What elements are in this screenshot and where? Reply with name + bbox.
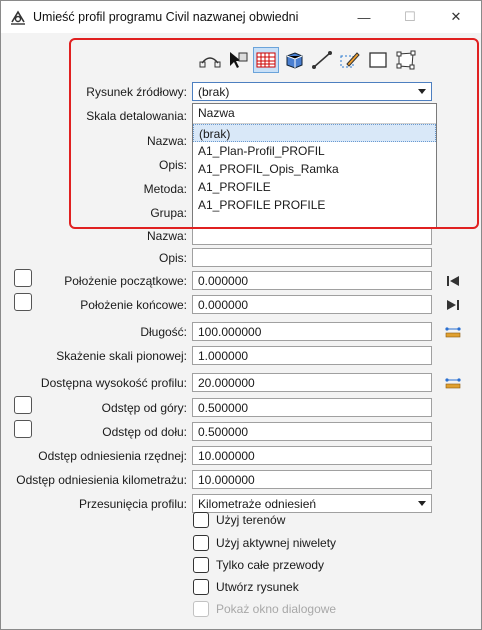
length-input[interactable]: 100.000000 — [192, 322, 432, 341]
profile-shifts-combo[interactable]: Kilometraże odniesień — [192, 494, 432, 513]
top-offset-label: Odstęp od góry: — [101, 401, 187, 415]
use-active-level-checkbox[interactable]: Użyj aktywnej niwelety — [193, 535, 336, 551]
description2-input[interactable] — [192, 248, 432, 267]
description2-label: Opis: — [158, 251, 187, 265]
show-dialog-label: Pokaż okno dialogowe — [216, 602, 337, 616]
checkbox-box[interactable] — [193, 579, 209, 595]
bottom-offset-input[interactable]: 0.500000 — [192, 422, 432, 441]
title-bar: Umieść profil programu Civil nazwanej ob… — [1, 1, 481, 33]
profile-shifts-label: Przesunięcia profilu: — [78, 497, 187, 511]
station-ref-offset-input[interactable]: 10.000000 — [192, 470, 432, 489]
checkbox-box — [193, 601, 209, 617]
use-terrains-checkbox[interactable]: Użyj terenów — [193, 512, 285, 528]
bottom-offset-lock[interactable] — [14, 420, 32, 438]
highlight-box — [69, 38, 479, 229]
checkbox-box[interactable] — [193, 512, 209, 528]
top-offset-input[interactable]: 0.500000 — [192, 398, 432, 417]
available-height-input[interactable]: 20.000000 — [192, 373, 432, 392]
window-title: Umieść profil programu Civil nazwanej ob… — [33, 10, 299, 24]
use-terrains-label: Użyj terenów — [216, 513, 286, 527]
length-label: Długość: — [140, 325, 187, 339]
station-ref-offset-label: Odstęp odniesienia kilometrażu: — [16, 473, 187, 487]
vertical-exaggeration-input[interactable]: 1.000000 — [192, 346, 432, 365]
chevron-down-icon — [418, 501, 426, 506]
end-position-lock[interactable] — [14, 293, 32, 311]
go-to-end-icon[interactable] — [445, 297, 461, 313]
maximize-button[interactable]: ☐ — [387, 1, 433, 33]
measure-distance-icon[interactable] — [445, 324, 461, 340]
minimize-button[interactable]: — — [341, 1, 387, 33]
elevation-ref-offset-label: Odstęp odniesienia rzędnej: — [38, 449, 187, 463]
close-button[interactable]: ✕ — [433, 1, 479, 33]
end-position-label: Położenie końcowe: — [80, 298, 187, 312]
top-offset-lock[interactable] — [14, 396, 32, 414]
go-to-start-icon[interactable] — [445, 273, 461, 289]
measure-height-icon[interactable] — [445, 375, 461, 391]
end-position-input[interactable]: 0.000000 — [192, 295, 432, 314]
profile-shifts-value: Kilometraże odniesień — [198, 497, 317, 511]
create-drawing-checkbox[interactable]: Utwórz rysunek — [193, 579, 299, 595]
create-drawing-label: Utwórz rysunek — [216, 580, 299, 594]
start-position-input[interactable]: 0.000000 — [192, 271, 432, 290]
name2-label: Nazwa: — [146, 229, 187, 243]
dialog-window: Umieść profil programu Civil nazwanej ob… — [0, 0, 482, 630]
whole-conduits-checkbox[interactable]: Tylko całe przewody — [193, 557, 324, 573]
checkbox-box[interactable] — [193, 557, 209, 573]
checkbox-box[interactable] — [193, 535, 209, 551]
start-position-lock[interactable] — [14, 269, 32, 287]
whole-conduits-label: Tylko całe przewody — [216, 558, 325, 572]
use-active-level-label: Użyj aktywnej niwelety — [216, 536, 337, 550]
start-position-label: Położenie początkowe: — [64, 274, 187, 288]
elevation-ref-offset-input[interactable]: 10.000000 — [192, 446, 432, 465]
available-height-label: Dostępna wysokość profilu: — [40, 376, 187, 390]
vertical-exaggeration-label: Skażenie skali pionowej: — [56, 349, 187, 363]
civil-app-icon — [11, 10, 25, 25]
bottom-offset-label: Odstęp od dołu: — [102, 425, 187, 439]
show-dialog-checkbox: Pokaż okno dialogowe — [193, 601, 336, 617]
